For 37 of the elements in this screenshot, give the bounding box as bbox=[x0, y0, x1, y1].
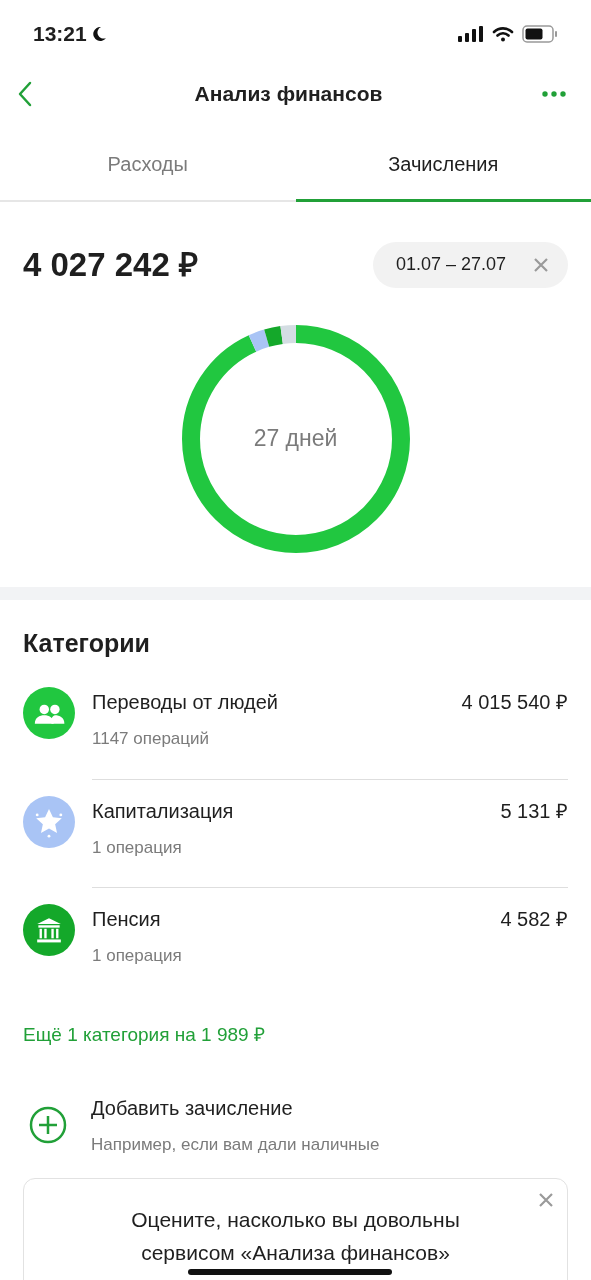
category-row[interactable]: Капитализация 1 операция 5 131 ₽ bbox=[23, 779, 568, 888]
more-categories-link[interactable]: Ещё 1 категория на 1 989 ₽ bbox=[23, 1020, 568, 1049]
status-time: 13:21 bbox=[33, 21, 87, 48]
close-icon[interactable] bbox=[534, 257, 548, 272]
category-row[interactable]: Переводы от людей 1147 операций 4 015 540 ₽ bbox=[23, 671, 568, 780]
category-amount: 5 131 ₽ bbox=[500, 798, 568, 824]
close-icon[interactable] bbox=[539, 1192, 553, 1207]
battery-icon bbox=[522, 25, 558, 43]
people-category-icon bbox=[23, 687, 75, 739]
period-label: 01.07 – 27.07 bbox=[395, 253, 506, 277]
period-days-label: 27 дней bbox=[253, 424, 338, 454]
category-name: Капитализация bbox=[92, 798, 234, 824]
star-category-icon bbox=[23, 795, 75, 848]
total-amount: 4 027 242 ₽ bbox=[23, 245, 198, 285]
category-name: Пенсия bbox=[92, 907, 162, 932]
operation-count: 1147 операций bbox=[92, 728, 211, 750]
operation-count: 1 операция bbox=[92, 836, 183, 859]
category-name: Переводы от людей bbox=[92, 690, 279, 715]
moon-icon bbox=[90, 26, 107, 42]
period-chip[interactable]: 01.07 – 27.07 bbox=[372, 241, 568, 288]
operation-count: 1 операция bbox=[92, 945, 182, 967]
category-amount: 4 582 ₽ bbox=[500, 907, 568, 932]
category-row[interactable]: Пенсия 1 операция 4 582 ₽ bbox=[23, 888, 568, 996]
add-income-row[interactable]: Добавить зачисление Например, если вам дали наличные bbox=[23, 1093, 568, 1158]
wifi-icon bbox=[492, 26, 514, 42]
bank-category-icon bbox=[23, 904, 75, 956]
plus-icon bbox=[29, 1106, 67, 1145]
section-heading: Категории bbox=[23, 627, 151, 659]
page-title: Анализ финансов bbox=[194, 81, 383, 108]
add-income-title: Добавить зачисление bbox=[91, 1096, 294, 1121]
more-icon bbox=[542, 91, 566, 97]
add-income-hint: Например, если вам дали наличные bbox=[91, 1134, 380, 1156]
signal-icon bbox=[458, 26, 484, 42]
tab[interactable]: Зачисления bbox=[295, 128, 591, 202]
tab[interactable]: Расходы bbox=[0, 128, 296, 202]
category-amount: 4 015 540 ₽ bbox=[461, 690, 568, 715]
survey-question: Оцените, насколько вы довольны сервисом «Анализа финансов» bbox=[130, 1206, 461, 1266]
